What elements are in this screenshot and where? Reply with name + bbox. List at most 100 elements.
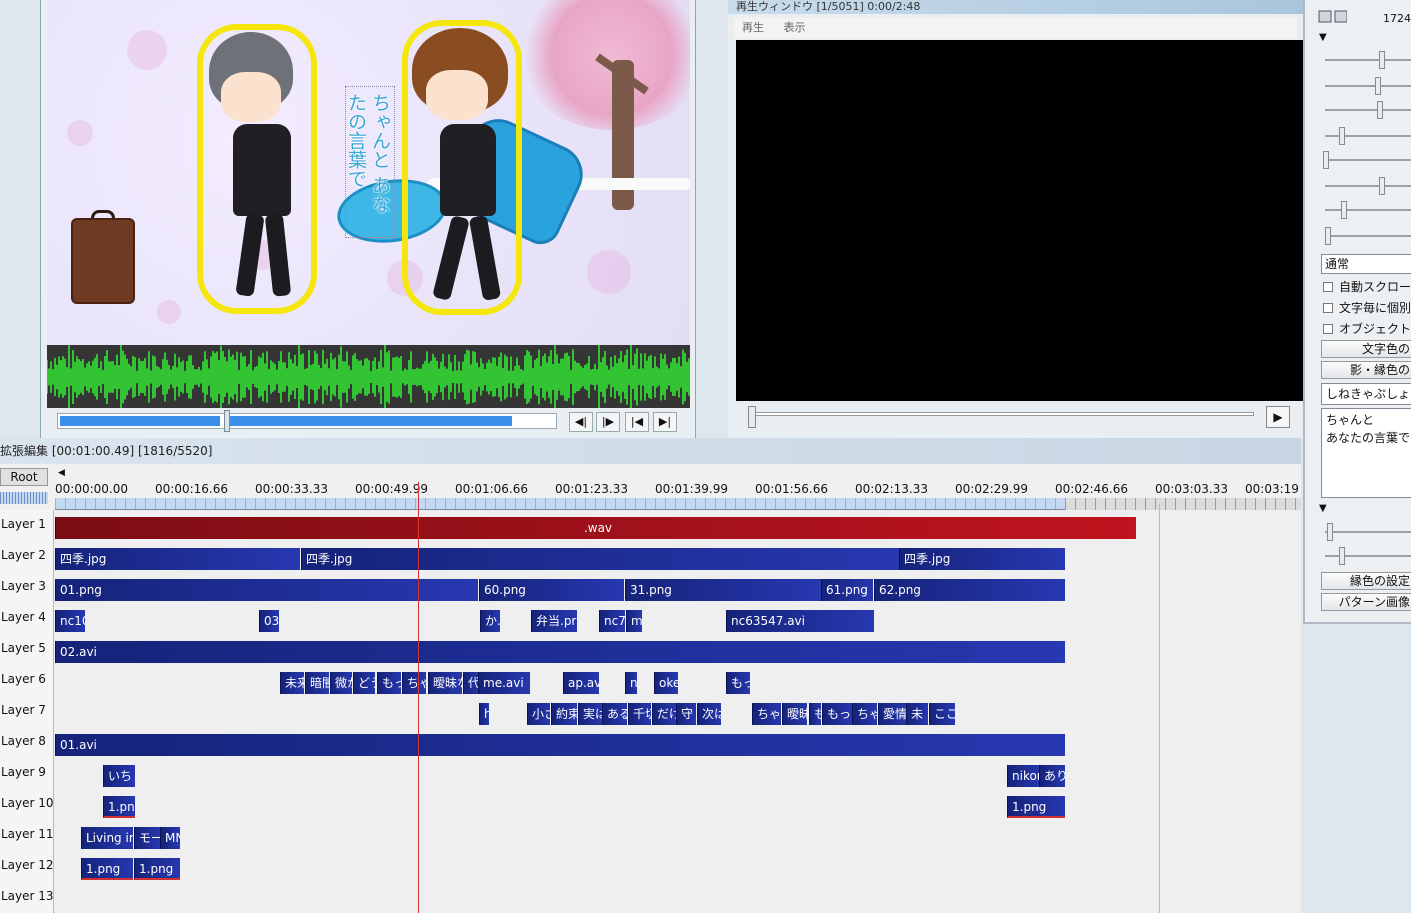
playback-seek-track[interactable] bbox=[754, 412, 1254, 416]
layer-track[interactable]: 未来暗闇微かどうもっちゃ曖昧な代me.aviap.avinokeもっ bbox=[55, 665, 1301, 696]
layer-label[interactable]: Layer 13 bbox=[0, 882, 54, 913]
timeline-clip[interactable]: モー bbox=[134, 827, 160, 849]
timeline-clip[interactable]: 四季.jpg bbox=[899, 548, 1065, 570]
auto-scroll-checkbox[interactable]: 自動スクロール bbox=[1323, 278, 1411, 296]
timeline-clip[interactable]: 愛情 bbox=[878, 703, 907, 725]
timeline-clip[interactable]: ちゃ bbox=[852, 703, 877, 725]
to-start-button[interactable]: |◀ bbox=[625, 412, 649, 432]
checkbox-box[interactable] bbox=[1323, 282, 1333, 292]
zoom-slider[interactable] bbox=[0, 492, 48, 504]
timeline-clip[interactable]: もっ bbox=[377, 672, 401, 694]
layer-track[interactable]: 1.png 1.png bbox=[55, 789, 1301, 820]
param-slider[interactable] bbox=[1321, 522, 1411, 542]
checkbox-box[interactable] bbox=[1323, 303, 1333, 313]
layer-label[interactable]: Layer 2 bbox=[0, 541, 54, 572]
timeline-clip[interactable]: どう bbox=[353, 672, 375, 694]
layer-label[interactable]: Layer 12 bbox=[0, 851, 54, 882]
blend-mode-select[interactable]: 通常 bbox=[1321, 254, 1411, 274]
timeline-clip[interactable]: 01.avi bbox=[55, 734, 1065, 756]
layer-label[interactable]: Layer 5 bbox=[0, 634, 54, 665]
menu-play[interactable]: 再生 bbox=[742, 21, 764, 34]
timeline-clip[interactable]: nikor bbox=[1007, 765, 1041, 787]
timeline-clip[interactable]: ちゃ bbox=[402, 672, 426, 694]
timeline-clip[interactable]: 31.png bbox=[625, 579, 821, 601]
layer-label[interactable]: Layer 10 bbox=[0, 789, 54, 820]
param-slider[interactable] bbox=[1321, 226, 1411, 246]
timeline-clip[interactable]: 1.png bbox=[81, 858, 133, 880]
seek-track[interactable] bbox=[57, 410, 557, 432]
play-button[interactable]: ▶ bbox=[1266, 406, 1290, 428]
timeline-clip[interactable]: oke bbox=[654, 672, 678, 694]
layer-label[interactable]: Layer 7 bbox=[0, 696, 54, 727]
layer-track[interactable]: 02.avi bbox=[55, 634, 1301, 665]
timeline-clip[interactable]: 曖昧な bbox=[428, 672, 462, 694]
timeline-clip[interactable]: 未 bbox=[906, 703, 928, 725]
layer-track[interactable]: 01.avi bbox=[55, 727, 1301, 758]
collapse-arrow-icon[interactable]: ▼ bbox=[1319, 503, 1327, 514]
checkbox-box[interactable] bbox=[1323, 324, 1333, 334]
timeline-clip[interactable]: ちゃ bbox=[752, 703, 781, 725]
pattern-image-button[interactable]: パターン画像 bbox=[1321, 593, 1411, 611]
timeline-clip[interactable]: me.avi bbox=[478, 672, 530, 694]
timeline-clip[interactable]: ある bbox=[602, 703, 627, 725]
param-slider[interactable] bbox=[1321, 176, 1411, 196]
timeline-clip[interactable]: 実は bbox=[578, 703, 602, 725]
timeline-clip[interactable]: n bbox=[625, 672, 637, 694]
timeline-clip[interactable]: いち bbox=[103, 765, 135, 787]
layer-label[interactable]: Layer 9 bbox=[0, 758, 54, 789]
object-checkbox[interactable]: オブジェクト bbox=[1323, 320, 1411, 338]
timeline-clip[interactable]: h bbox=[479, 703, 489, 725]
shadow-color-button[interactable]: 影・縁色の bbox=[1321, 361, 1411, 379]
playhead-handle[interactable] bbox=[418, 482, 419, 504]
timeline-clip[interactable]: 61.png bbox=[821, 579, 873, 601]
font-select[interactable]: しねきゃぷしょん bbox=[1321, 383, 1411, 405]
timeline-clip[interactable]: 千切 bbox=[628, 703, 651, 725]
settings-toolbar-icons[interactable] bbox=[1313, 8, 1348, 24]
next-frame-button[interactable]: |▶ bbox=[596, 412, 620, 432]
layer-track[interactable]: 1.png1.png bbox=[55, 851, 1301, 882]
layer-track[interactable]: いち nikorあり bbox=[55, 758, 1301, 789]
layer-label[interactable]: Layer 6 bbox=[0, 665, 54, 696]
timeline-clip[interactable]: 未来 bbox=[280, 672, 304, 694]
param-slider[interactable] bbox=[1321, 100, 1411, 120]
playback-screen[interactable] bbox=[736, 40, 1303, 401]
timeline-clip[interactable]: か. bbox=[480, 610, 500, 632]
layer-track[interactable]: nc10 03. か. 弁当.pr nc7m nc63547.avi bbox=[55, 603, 1301, 634]
timeline-clip[interactable]: 03. bbox=[259, 610, 279, 632]
timeline-clip[interactable]: 62.png bbox=[874, 579, 1065, 601]
text-color-button[interactable]: 文字色の bbox=[1321, 340, 1411, 358]
playback-seek-thumb[interactable] bbox=[748, 406, 756, 428]
playhead[interactable] bbox=[418, 504, 419, 913]
timeline-clip[interactable]: 1.png bbox=[103, 796, 135, 818]
param-slider[interactable] bbox=[1321, 546, 1411, 566]
param-slider[interactable] bbox=[1321, 150, 1411, 170]
timeline-clip[interactable]: MN bbox=[160, 827, 180, 849]
timeline-clip[interactable]: もっ bbox=[726, 672, 750, 694]
timeline-clip[interactable]: 四季.jpg bbox=[55, 548, 300, 570]
param-slider[interactable] bbox=[1321, 76, 1411, 96]
timeline-clip[interactable]: nc7 bbox=[599, 610, 625, 632]
text-input[interactable]: ちゃんと あなたの言葉で bbox=[1321, 408, 1411, 498]
preview-canvas[interactable]: ちゃんと あなたの言葉で bbox=[47, 0, 690, 345]
timeline-clip[interactable]: 小さ bbox=[527, 703, 550, 725]
to-end-button[interactable]: ▶| bbox=[653, 412, 677, 432]
timeline-clip[interactable]: m bbox=[626, 610, 642, 632]
timeline-clip[interactable]: 弁当.pr bbox=[531, 610, 577, 632]
timeline-clip[interactable]: 60.png bbox=[479, 579, 624, 601]
layer-label[interactable]: Layer 11 bbox=[0, 820, 54, 851]
param-slider[interactable] bbox=[1321, 50, 1411, 70]
timeline-clip[interactable]: 1.png bbox=[1007, 796, 1065, 818]
timeline-clip[interactable]: 微か bbox=[330, 672, 352, 694]
layer-track[interactable]: 01.png 60.png 31.png 61.png 62.png bbox=[55, 572, 1301, 603]
collapse-arrow-icon[interactable]: ▼ bbox=[1319, 32, 1327, 43]
time-ruler[interactable]: 00:00:00.00 00:00:16.66 00:00:33.33 00:00:4… bbox=[55, 482, 1301, 510]
prev-frame-button[interactable]: ◀| bbox=[569, 412, 593, 432]
menu-view[interactable]: 表示 bbox=[784, 21, 806, 34]
layer-label[interactable]: Layer 3 bbox=[0, 572, 54, 603]
per-char-checkbox[interactable]: 文字毎に個別 bbox=[1323, 299, 1411, 317]
timeline-clip[interactable]: 02.avi bbox=[55, 641, 1065, 663]
layer-track[interactable] bbox=[55, 882, 1301, 913]
layer-label[interactable]: Layer 4 bbox=[0, 603, 54, 634]
timeline-clip[interactable]: ap.avi bbox=[563, 672, 599, 694]
param-slider[interactable] bbox=[1321, 126, 1411, 146]
